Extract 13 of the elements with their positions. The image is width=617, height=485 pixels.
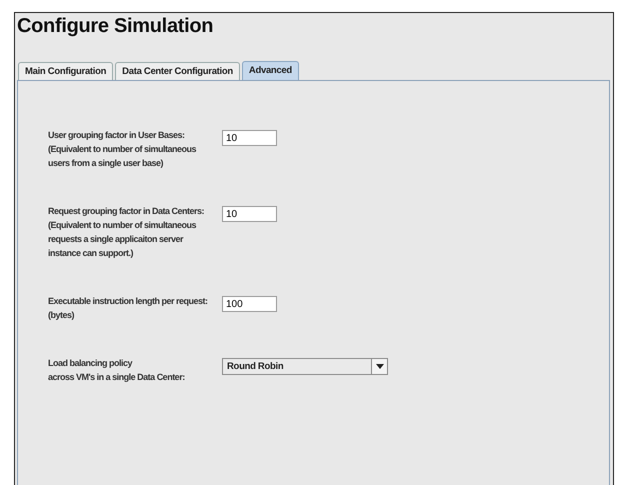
caret-icon: [376, 364, 384, 369]
window-title: Configure Simulation: [17, 15, 214, 39]
tab[interactable]: Main Configuration: [18, 62, 114, 80]
setting-label: Executable instruction length per request: (bytes): [48, 295, 209, 322]
input-field[interactable]: 10: [222, 130, 277, 146]
setting-label: Request grouping factor in Data Centers: (Equivalent to number of simultaneous requests a single applicaiton server instance can support.): [48, 205, 206, 260]
setting-label: User grouping factor in User Bases: (Equivalent to number of simultaneous users from a single user base): [48, 129, 198, 170]
tab[interactable]: Data Center Configuration: [115, 62, 240, 80]
setting-label: Load balancing policy across VM's in a single Data Center:: [48, 357, 186, 384]
input-field[interactable]: 10: [222, 206, 277, 222]
policy-dropdown[interactable]: Round Robin: [222, 358, 388, 375]
tab[interactable]: Advanced: [242, 61, 299, 80]
input-field[interactable]: 100: [222, 296, 277, 312]
